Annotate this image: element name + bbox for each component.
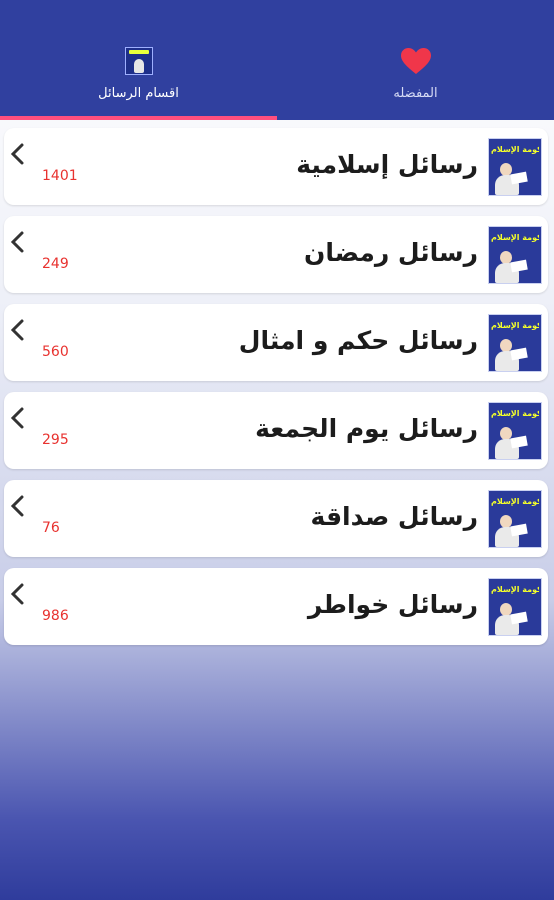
category-thumbnail-icon [124, 46, 153, 76]
category-thumbnail: حكومة الإسلام [488, 490, 542, 548]
category-title: رسائل رمضان [304, 238, 478, 267]
category-card[interactable]: حكومة الإسلام رسائل خواطر 986 [4, 568, 548, 645]
thumbnail-caption: حكومة الإسلام [491, 145, 539, 154]
category-thumbnail: حكومة الإسلام [488, 138, 542, 196]
thumbnail-caption: حكومة الإسلام [491, 585, 539, 594]
chevron-left-icon [10, 319, 24, 341]
message-count: 986 [42, 608, 69, 624]
category-card[interactable]: حكومة الإسلام رسائل يوم الجمعة 295 [4, 392, 548, 469]
chevron-left-icon [10, 407, 24, 429]
tab-message-categories-label: اقسام الرسائل [98, 86, 179, 101]
category-list: حكومة الإسلام رسائل إسلامية 1401 حكومة ا… [4, 128, 548, 656]
category-thumbnail: حكومة الإسلام [488, 226, 542, 284]
category-thumbnail: حكومة الإسلام [488, 578, 542, 636]
category-thumbnail: حكومة الإسلام [488, 314, 542, 372]
category-card[interactable]: حكومة الإسلام رسائل إسلامية 1401 [4, 128, 548, 205]
message-count: 560 [42, 344, 69, 360]
message-count: 76 [42, 520, 60, 536]
message-count: 249 [42, 256, 69, 272]
tab-favorites-label: المفضله [393, 86, 438, 101]
tab-favorites[interactable]: المفضله [277, 0, 554, 116]
category-card[interactable]: حكومة الإسلام رسائل رمضان 249 [4, 216, 548, 293]
chevron-left-icon [10, 231, 24, 253]
tab-message-categories[interactable]: اقسام الرسائل [0, 0, 277, 116]
category-card[interactable]: حكومة الإسلام رسائل حكم و امثال 560 [4, 304, 548, 381]
category-title: رسائل يوم الجمعة [255, 414, 478, 443]
category-title: رسائل خواطر [307, 590, 478, 619]
active-tab-indicator [0, 116, 277, 120]
chevron-left-icon [10, 143, 24, 165]
message-count: 295 [42, 432, 69, 448]
chevron-left-icon [10, 495, 24, 517]
top-tab-bar: اقسام الرسائل المفضله [0, 0, 554, 120]
category-title: رسائل صداقة [310, 502, 478, 531]
category-card[interactable]: حكومة الإسلام رسائل صداقة 76 [4, 480, 548, 557]
thumbnail-caption: حكومة الإسلام [491, 409, 539, 418]
thumbnail-caption: حكومة الإسلام [491, 321, 539, 330]
heart-icon [400, 46, 431, 76]
category-title: رسائل إسلامية [296, 150, 478, 179]
category-thumbnail: حكومة الإسلام [488, 402, 542, 460]
category-title: رسائل حكم و امثال [238, 326, 478, 355]
message-count: 1401 [42, 168, 78, 184]
thumbnail-caption: حكومة الإسلام [491, 497, 539, 506]
chevron-left-icon [10, 583, 24, 605]
thumbnail-caption: حكومة الإسلام [491, 233, 539, 242]
